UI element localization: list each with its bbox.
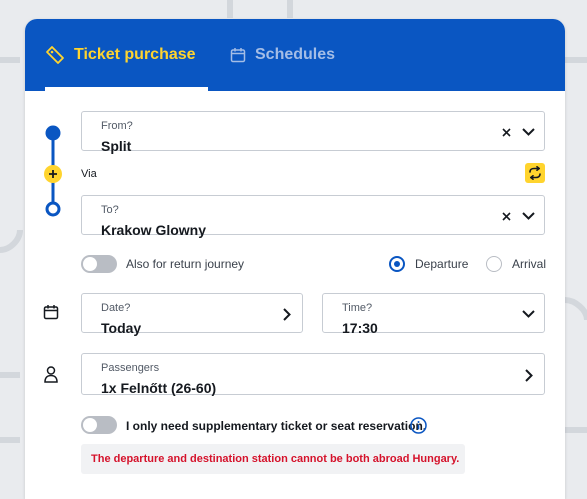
supplementary-toggle[interactable] bbox=[81, 416, 117, 434]
passengers-next-button[interactable] bbox=[522, 367, 536, 383]
time-label: Time? bbox=[342, 302, 373, 314]
chevron-down-icon bbox=[521, 310, 535, 318]
tab-ticket-purchase[interactable]: Ticket purchase bbox=[45, 19, 208, 91]
calendar-icon bbox=[43, 305, 59, 320]
tab-ticket-purchase-label: Ticket purchase bbox=[74, 46, 196, 63]
error-message-box: The departure and destination station ca… bbox=[81, 444, 465, 474]
return-journey-toggle[interactable] bbox=[81, 255, 117, 273]
time-dropdown-button[interactable] bbox=[520, 306, 536, 322]
tab-schedules-label: Schedules bbox=[255, 46, 336, 63]
supplementary-label: I only need supplementary ticket or seat… bbox=[126, 419, 427, 433]
error-message: The departure and destination station ca… bbox=[91, 453, 460, 465]
close-icon bbox=[501, 127, 511, 137]
time-field[interactable]: Time? 17:30 bbox=[322, 293, 545, 336]
ticket-icon bbox=[46, 46, 64, 64]
info-icon bbox=[409, 416, 427, 434]
from-label: From? bbox=[101, 120, 133, 132]
to-field[interactable]: To? Krakow Glowny bbox=[81, 195, 545, 238]
to-value: Krakow Glowny bbox=[101, 222, 207, 238]
supplementary-info-button[interactable] bbox=[409, 416, 427, 434]
from-clear-button[interactable] bbox=[498, 124, 514, 140]
active-tab-indicator bbox=[45, 87, 208, 91]
calendar-icon bbox=[230, 48, 246, 63]
time-value: 17:30 bbox=[342, 320, 378, 336]
swap-icon bbox=[529, 166, 541, 180]
to-label: To? bbox=[101, 204, 119, 216]
to-dropdown-button[interactable] bbox=[520, 208, 536, 224]
tab-schedules[interactable]: Schedules bbox=[230, 19, 390, 91]
add-via-button[interactable] bbox=[44, 165, 62, 183]
return-journey-label: Also for return journey bbox=[126, 257, 245, 271]
passengers-field[interactable]: Passengers 1x Felnőtt (26-60) bbox=[81, 353, 545, 396]
chevron-right-icon bbox=[283, 307, 291, 321]
via-label[interactable]: Via bbox=[81, 168, 97, 180]
departure-radio[interactable] bbox=[389, 256, 405, 272]
toggle-knob bbox=[83, 418, 97, 432]
from-field[interactable]: From? Split bbox=[81, 111, 545, 154]
date-label: Date? bbox=[101, 302, 131, 314]
passengers-value: 1x Felnőtt (26-60) bbox=[101, 380, 217, 396]
date-next-button[interactable] bbox=[280, 306, 294, 322]
chevron-down-icon bbox=[521, 212, 535, 220]
swap-stations-button[interactable] bbox=[525, 163, 545, 183]
search-card: Ticket purchase Schedules From? Split Vi… bbox=[25, 19, 565, 499]
arrival-label: Arrival bbox=[512, 257, 547, 271]
passengers-label: Passengers bbox=[101, 362, 160, 374]
plus-icon bbox=[49, 170, 57, 178]
arrival-radio[interactable] bbox=[486, 256, 502, 272]
toggle-knob bbox=[83, 257, 97, 271]
person-icon bbox=[44, 366, 58, 383]
date-value: Today bbox=[101, 320, 142, 336]
chevron-right-icon bbox=[525, 368, 533, 382]
from-dropdown-button[interactable] bbox=[520, 124, 536, 140]
to-clear-button[interactable] bbox=[498, 208, 514, 224]
close-icon bbox=[501, 211, 511, 221]
date-field[interactable]: Date? Today bbox=[81, 293, 303, 336]
from-value: Split bbox=[101, 138, 132, 154]
chevron-down-icon bbox=[521, 128, 535, 136]
departure-label: Departure bbox=[415, 257, 469, 271]
tab-header: Ticket purchase Schedules bbox=[25, 19, 565, 91]
